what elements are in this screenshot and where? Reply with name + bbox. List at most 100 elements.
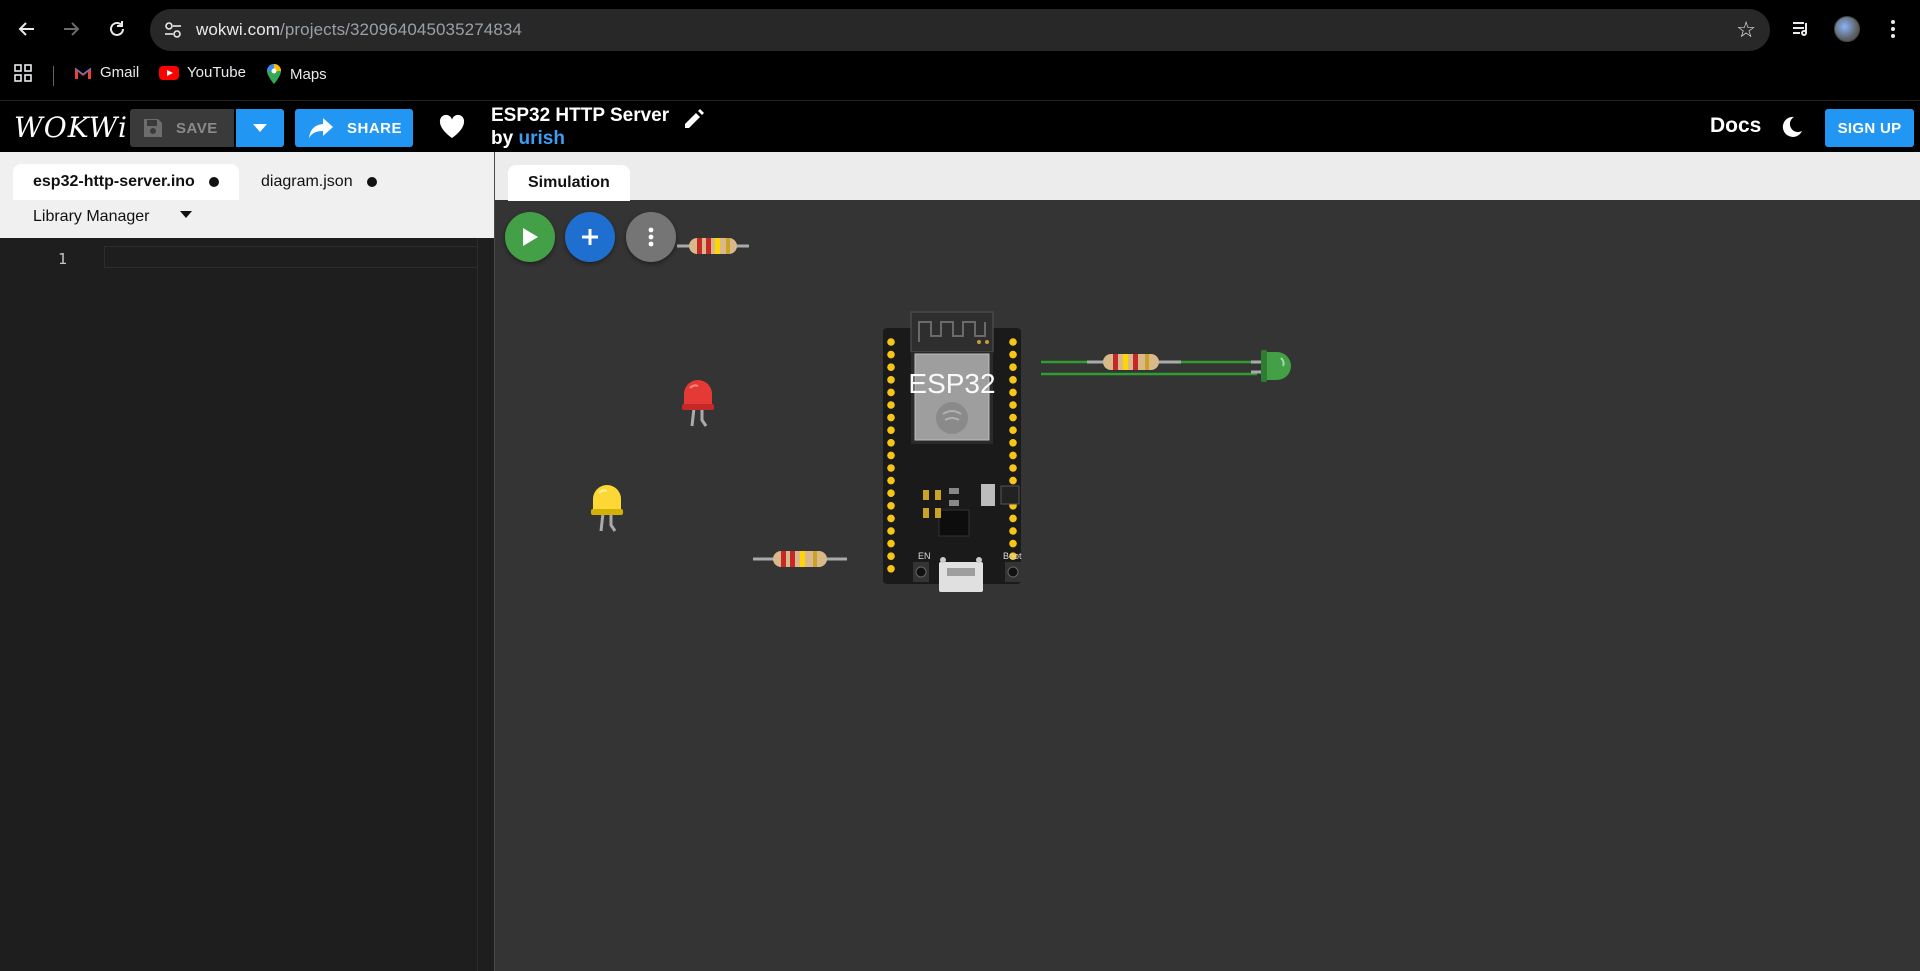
url-text: wokwi.com/projects/320964045035274834 [196,20,522,39]
tab-label: esp32-http-server.ino [33,173,195,190]
profile-avatar[interactable] [1832,14,1862,44]
bookmark-star-icon[interactable]: ☆ [1736,17,1756,43]
header-pin[interactable] [887,439,895,447]
header-pin[interactable] [1009,401,1017,409]
edit-pencil-icon[interactable] [682,107,706,131]
header-pin[interactable] [1009,388,1017,397]
bookmark-youtube[interactable]: YouTube [159,64,246,81]
header-pin[interactable] [1009,338,1017,346]
header-pin[interactable] [887,502,895,510]
header-pin[interactable] [887,539,895,548]
bookmark-maps[interactable]: Maps [266,64,327,84]
save-icon [144,119,162,137]
led-yellow[interactable] [591,485,623,532]
tab-esp32-http-server-ino[interactable]: esp32-http-server.ino [13,164,239,200]
save-dropdown-button[interactable] [236,109,284,147]
add-part-button[interactable] [565,212,615,262]
back-icon[interactable] [12,14,42,44]
play-icon [523,228,538,246]
share-button[interactable]: SHARE [295,109,413,147]
youtube-icon [159,65,179,80]
gmail-icon [74,67,92,79]
wokwi-logo[interactable]: WOKWi [14,111,128,144]
header-pin[interactable] [887,338,895,346]
header-pin[interactable] [887,527,895,535]
dark-mode-moon-icon[interactable] [1780,115,1804,139]
led-green[interactable] [1251,350,1291,382]
header-pin[interactable] [1009,350,1017,359]
esp32-board[interactable]: ESP32 EN Boot [883,311,1022,592]
resistor-r3[interactable] [1087,354,1181,370]
led-red[interactable] [682,380,714,427]
header-pin[interactable] [1009,363,1017,371]
header-pin[interactable] [887,451,895,460]
forward-icon[interactable] [56,14,86,44]
wokwi-header: WOKWi SAVE SHARE ESP32 HTTP Server by ur… [0,100,1920,152]
en-reset-button[interactable] [915,566,927,578]
heart-icon[interactable] [438,113,466,141]
share-icon [309,118,333,138]
address-bar[interactable]: wokwi.com/projects/320964045035274834 ☆ [150,9,1770,51]
esp32-chip-label: ESP32 [908,368,995,399]
simulation-canvas[interactable]: ESP32 EN Boot [495,200,1920,971]
header-pin[interactable] [1009,514,1017,523]
media-controls-icon[interactable] [1786,14,1816,44]
boot-button[interactable] [1007,566,1019,578]
header-pin[interactable] [887,489,895,497]
header-pin[interactable] [1009,376,1017,384]
resistor-r2[interactable] [753,551,847,567]
project-author: by urish [491,128,565,150]
more-options-button[interactable] [626,212,676,262]
chevron-down-icon [253,124,267,132]
header-pin[interactable] [1009,476,1017,485]
signup-button[interactable]: SIGN UP [1825,109,1914,147]
header-pin[interactable] [887,363,895,371]
en-label: EN [918,551,931,561]
by-label: by [491,128,514,149]
header-pin[interactable] [887,388,895,397]
project-title: ESP32 HTTP Server [491,105,670,126]
header-pin[interactable] [887,476,895,485]
simulation-pane: Simulation ESP32 EN Boot [494,152,1920,971]
more-vertical-icon [648,227,654,247]
code-editor-pane: esp32-http-server.ino diagram.json Libra… [0,152,494,971]
reload-icon[interactable] [102,14,132,44]
header-pin[interactable] [1009,426,1017,434]
editor-scrollbar[interactable] [477,238,494,971]
code-area[interactable]: 1 [0,238,494,971]
save-button-group: SAVE [130,109,284,147]
header-pin[interactable] [887,413,895,422]
header-pin[interactable] [887,464,895,472]
save-button[interactable]: SAVE [130,109,234,147]
bookmark-label: Gmail [100,64,140,81]
caret-down-icon [179,210,192,218]
header-pin[interactable] [887,514,895,523]
simulation-tabbar: Simulation [495,152,1920,201]
header-pin[interactable] [887,376,895,384]
bookmark-gmail[interactable]: Gmail [74,64,139,81]
tab-simulation[interactable]: Simulation [508,165,630,201]
header-pin[interactable] [1009,451,1017,460]
unsaved-dot-icon [366,177,377,187]
header-pin[interactable] [1009,539,1017,548]
library-manager-dropdown[interactable]: Library Manager [33,208,192,226]
header-pin[interactable] [1009,527,1017,535]
resistor-r1[interactable] [677,238,749,254]
header-pin[interactable] [1009,464,1017,472]
header-pin[interactable] [887,401,895,409]
docs-link[interactable]: Docs [1710,114,1761,138]
author-link[interactable]: urish [518,128,564,149]
site-settings-icon[interactable] [162,19,184,41]
header-pin[interactable] [887,565,895,573]
line-number: 1 [58,250,68,268]
apps-grid-icon[interactable] [14,64,32,82]
header-pin[interactable] [887,552,895,560]
header-pin[interactable] [1009,439,1017,447]
tab-diagram-json[interactable]: diagram.json [241,164,397,200]
editor-tabbar: esp32-http-server.ino diagram.json Libra… [0,152,494,238]
start-simulation-button[interactable] [505,212,555,262]
header-pin[interactable] [887,350,895,359]
header-pin[interactable] [887,426,895,434]
header-pin[interactable] [1009,413,1017,422]
chrome-menu-icon[interactable] [1878,14,1908,44]
